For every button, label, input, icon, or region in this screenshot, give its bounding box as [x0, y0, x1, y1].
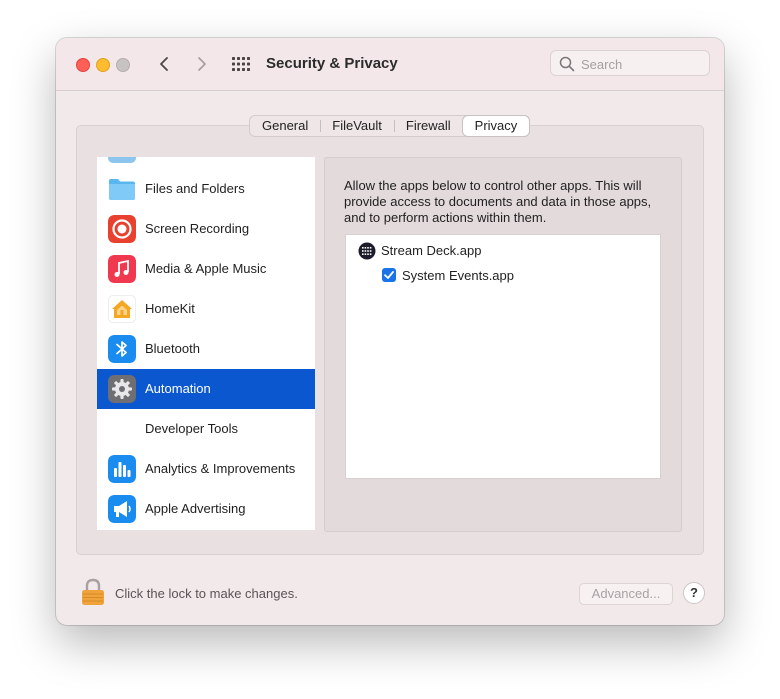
sidebar-item-screen-recording[interactable]: Screen Recording: [97, 209, 315, 249]
search-field[interactable]: [550, 50, 710, 76]
privacy-category-list[interactable]: Files and Folders Screen Recording Media…: [97, 157, 315, 530]
minimize-button[interactable]: [96, 58, 110, 72]
stream-deck-icon: [358, 242, 376, 260]
homekit-icon: [108, 295, 136, 323]
sidebar-item-label: Screen Recording: [145, 221, 250, 236]
tab-bar: General FileVault Firewall Privacy: [249, 115, 531, 137]
sidebar-item-files-and-folders[interactable]: Files and Folders: [97, 169, 315, 209]
music-icon: [108, 255, 136, 283]
forward-button[interactable]: [190, 52, 212, 76]
search-input[interactable]: [579, 54, 707, 74]
sidebar-item-automation[interactable]: Automation: [97, 369, 315, 409]
sidebar-item-media-apple-music[interactable]: Media & Apple Music: [97, 249, 315, 289]
show-all-button[interactable]: [230, 55, 252, 73]
bluetooth-icon: [108, 335, 136, 363]
sidebar-item-homekit[interactable]: HomeKit: [97, 289, 315, 329]
lock-icon: [82, 578, 104, 605]
sidebar-item-label: Automation: [145, 381, 211, 396]
tab-filevault[interactable]: FileVault: [320, 116, 394, 136]
system-preferences-window: Security & Privacy General FileVault Fir…: [56, 38, 724, 625]
analytics-icon: [108, 455, 136, 483]
sidebar-item-label: Files and Folders: [145, 181, 245, 196]
help-button[interactable]: ?: [683, 582, 705, 604]
folder-icon: [109, 179, 135, 200]
sidebar-item-label: Apple Advertising: [145, 501, 246, 516]
checkmark-icon: [384, 271, 394, 279]
sidebar-item-bluetooth[interactable]: Bluetooth: [97, 329, 315, 369]
megaphone-icon: [108, 495, 136, 523]
sidebar-item-analytics-improvements[interactable]: Analytics & Improvements: [97, 449, 315, 489]
partial-item-icon: [108, 157, 136, 163]
lock-button[interactable]: [80, 578, 106, 606]
sidebar-item-apple-advertising[interactable]: Apple Advertising: [97, 489, 315, 529]
list-item: System Events.app: [382, 267, 532, 285]
titlebar: Security & Privacy: [56, 38, 724, 91]
chevron-left-icon: [160, 57, 168, 71]
app-name: Stream Deck.app: [381, 243, 482, 258]
automation-description: Allow the apps below to control other ap…: [344, 178, 652, 225]
chevron-right-icon: [198, 57, 206, 71]
close-button[interactable]: [76, 58, 90, 72]
gear-icon: [108, 375, 136, 403]
system-events-checkbox[interactable]: [382, 268, 396, 282]
sidebar-item-label: Bluetooth: [145, 341, 200, 356]
lock-message: Click the lock to make changes.: [115, 586, 298, 601]
automation-app-list[interactable]: Stream Deck.app System Events.app: [345, 234, 661, 479]
tab-general[interactable]: General: [250, 116, 320, 136]
sidebar-item-developer-tools[interactable]: Developer Tools: [97, 409, 315, 449]
window-title: Security & Privacy: [266, 55, 398, 72]
sidebar-item-label: Media & Apple Music: [145, 261, 267, 276]
back-button[interactable]: [154, 52, 176, 76]
list-item[interactable]: Stream Deck.app: [358, 242, 488, 260]
tab-privacy[interactable]: Privacy: [462, 116, 530, 136]
screen-recording-icon: [108, 215, 136, 243]
grid-icon: [232, 57, 250, 71]
search-icon: [559, 56, 575, 72]
sidebar-item-label: HomeKit: [145, 301, 195, 316]
advanced-button[interactable]: Advanced...: [579, 583, 673, 605]
sidebar-item-label: Analytics & Improvements: [145, 461, 296, 476]
zoom-button[interactable]: [116, 58, 130, 72]
app-name: System Events.app: [402, 268, 514, 283]
tab-firewall[interactable]: Firewall: [393, 116, 463, 136]
sidebar-item-label: Developer Tools: [145, 421, 238, 436]
